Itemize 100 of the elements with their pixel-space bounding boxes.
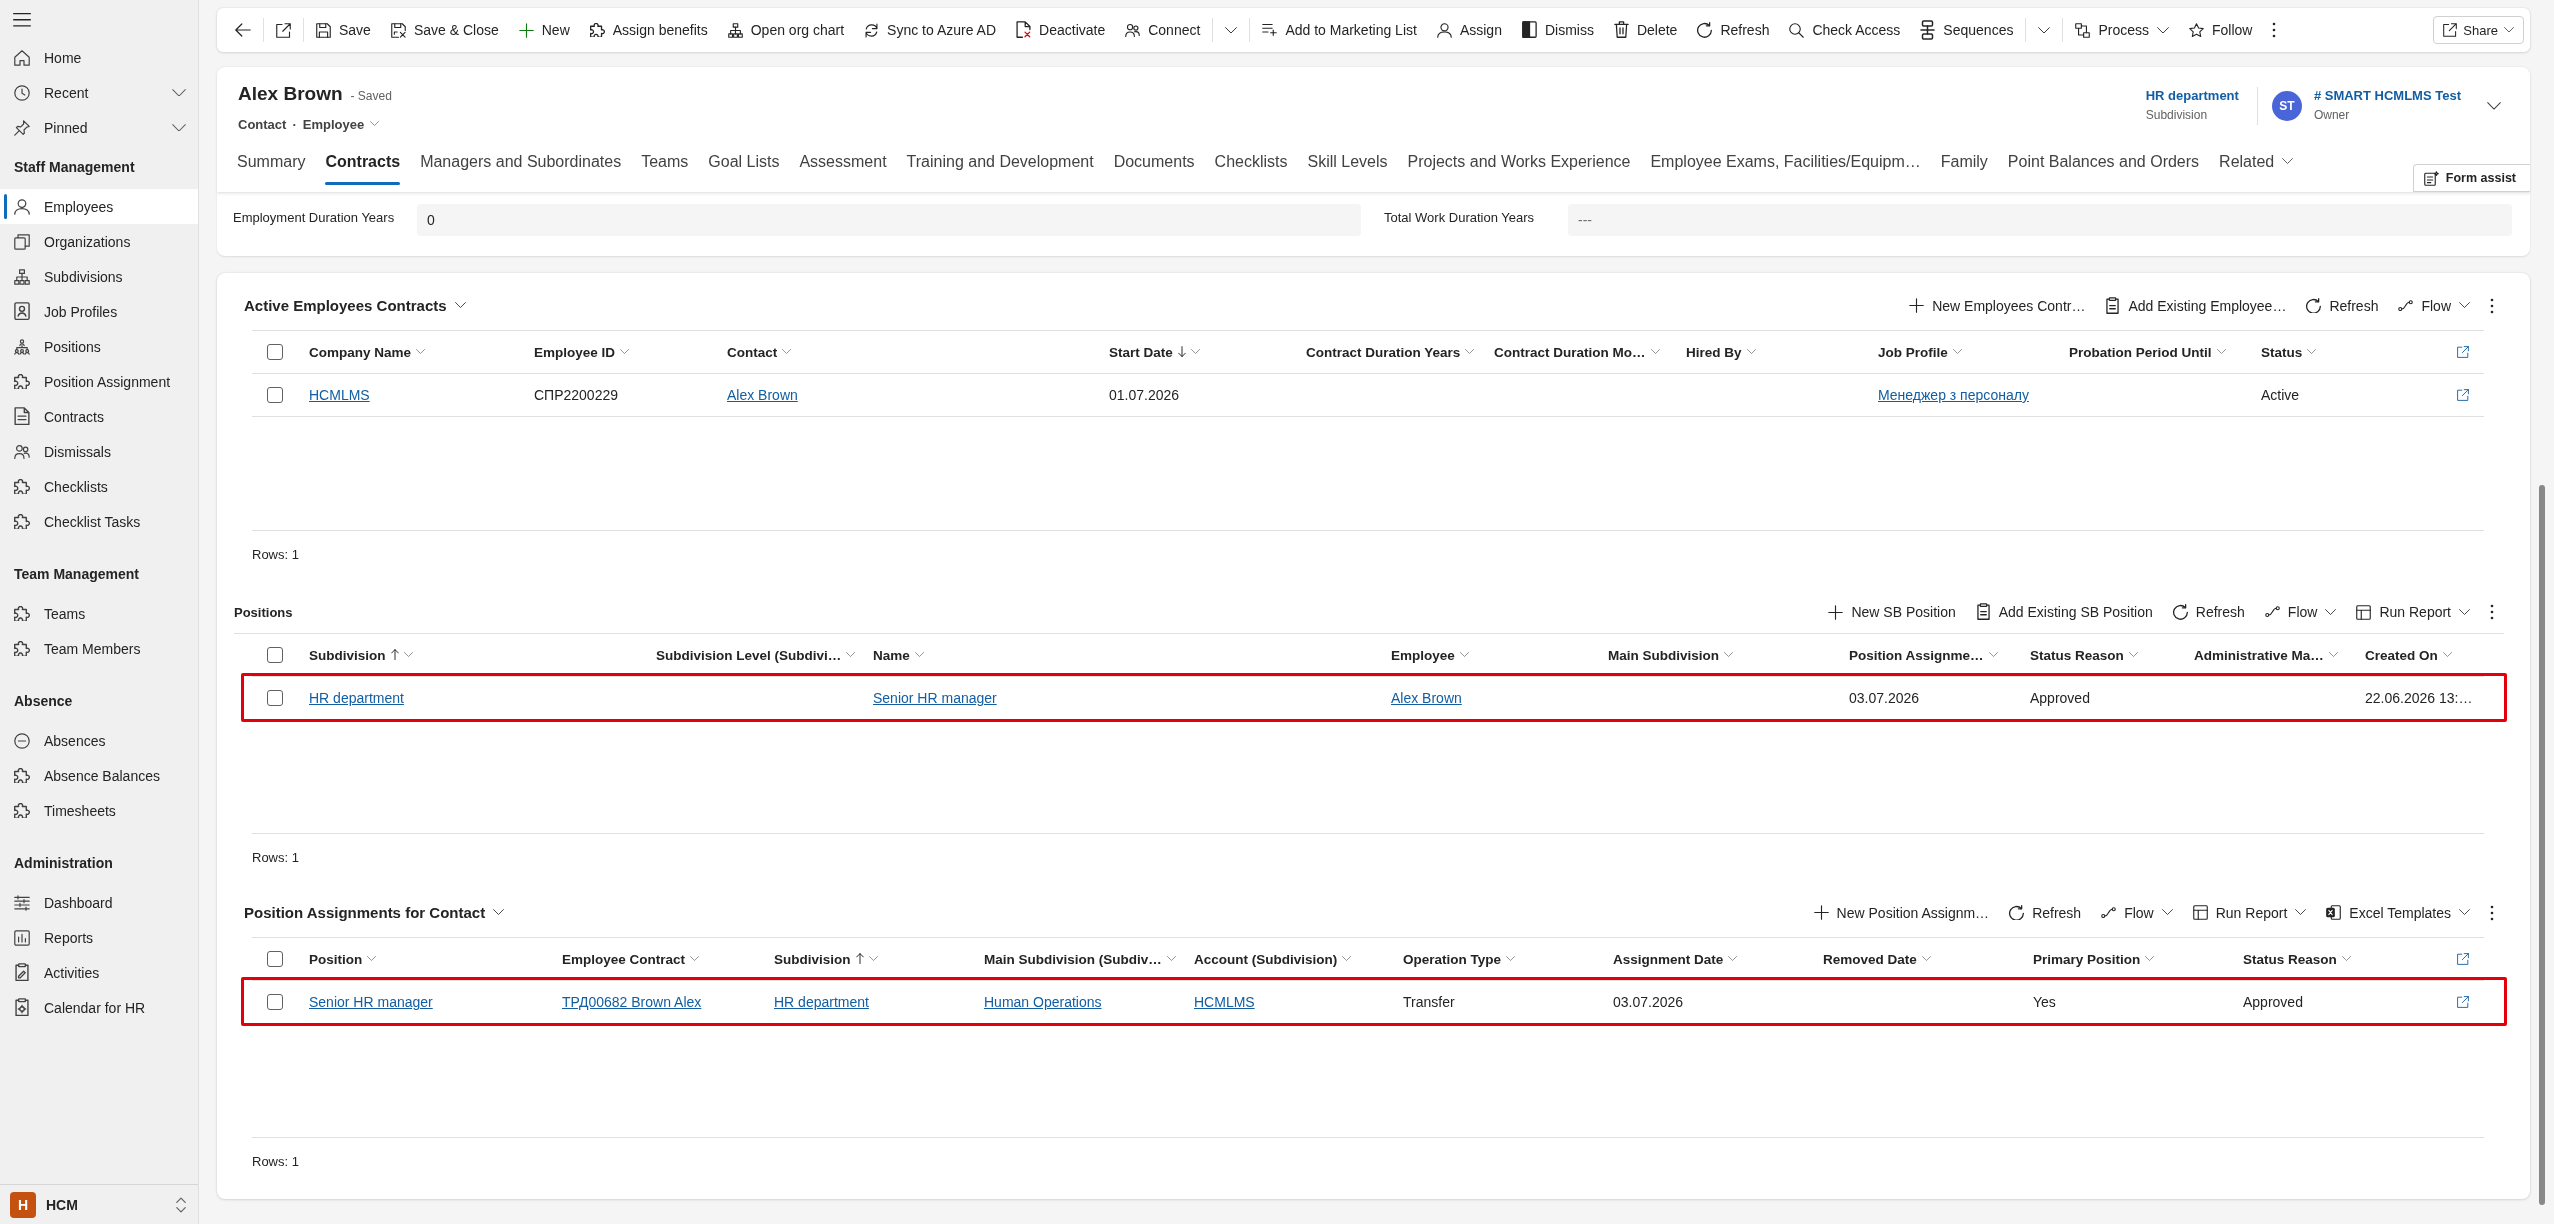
add-existing-button[interactable]: Add Existing Employee…	[2095, 289, 2297, 322]
column-header[interactable]: Employee	[1383, 634, 1600, 676]
flow-button[interactable]: Flow	[2388, 289, 2480, 322]
select-all-checkbox[interactable]	[267, 951, 283, 967]
column-header[interactable]: Job Profile	[1870, 331, 2061, 373]
nav-item[interactable]: Position Assignment	[0, 364, 198, 399]
refresh-button[interactable]: Refresh	[1999, 896, 2092, 929]
new-button[interactable]: New Employees Contr…	[1899, 289, 2096, 322]
assign-button[interactable]: Assign	[1426, 14, 1512, 46]
select-all-checkbox[interactable]	[267, 344, 283, 360]
record-link[interactable]: Senior HR manager	[873, 690, 997, 706]
column-header[interactable]: Status Reason	[2022, 634, 2186, 676]
run-report-button[interactable]: Run Report	[2346, 596, 2480, 628]
column-header[interactable]: Status Reason	[2235, 938, 2442, 980]
column-header[interactable]: Removed Date	[1815, 938, 2025, 980]
record-link[interactable]: HCMLMS	[309, 387, 370, 403]
nav-item[interactable]: Recent	[0, 75, 198, 110]
nav-item[interactable]: Activities	[0, 955, 198, 990]
nav-item[interactable]: Dismissals	[0, 434, 198, 469]
column-header[interactable]: Subdivision Level (Subdivi…	[648, 634, 865, 676]
record-link[interactable]: Alex Brown	[727, 387, 798, 403]
nav-item[interactable]: Timesheets	[0, 793, 198, 828]
tab[interactable]: Projects and Works Experience	[1397, 138, 1641, 185]
nav-item[interactable]: Subdivisions	[0, 259, 198, 294]
area-switcher[interactable]: H HCM	[0, 1184, 198, 1224]
deactivate-button[interactable]: Deactivate	[1006, 14, 1116, 46]
column-header[interactable]: Main Subdivision (Subdiv…	[976, 938, 1186, 980]
scrollbar-thumb[interactable]	[2539, 485, 2545, 1205]
flow-button[interactable]: Flow	[2091, 896, 2183, 929]
tab[interactable]: Family	[1930, 138, 1998, 185]
new-button[interactable]: New	[508, 14, 580, 46]
tab[interactable]: Teams	[631, 138, 699, 185]
column-header[interactable]: Administrative Ma…	[2186, 634, 2357, 676]
expand-header-button[interactable]	[2487, 102, 2501, 110]
column-header[interactable]: Position Assignme…	[1841, 634, 2022, 676]
add-to-marketing-list-button[interactable]: Add to Marketing List	[1252, 14, 1427, 46]
tab[interactable]: Checklists	[1204, 138, 1298, 185]
menu-button[interactable]	[13, 13, 31, 27]
nav-item[interactable]: Pinned	[0, 110, 198, 145]
column-header[interactable]: Primary Position	[2025, 938, 2235, 980]
column-header[interactable]: Main Subdivision	[1600, 634, 1841, 676]
new-button[interactable]: New SB Position	[1818, 596, 1966, 628]
column-header[interactable]: Operation Type	[1395, 938, 1605, 980]
lookup-link[interactable]: HR department	[2145, 87, 2239, 105]
refresh-button[interactable]: Refresh	[2162, 596, 2255, 628]
tab[interactable]: Summary	[227, 138, 316, 185]
column-header[interactable]: Contract Duration Mo…	[1486, 331, 1678, 373]
sync-button[interactable]: Sync to Azure AD	[854, 14, 1007, 46]
record-link[interactable]: Senior HR manager	[309, 994, 433, 1010]
nav-item[interactable]: Contracts	[0, 399, 198, 434]
popout-icon[interactable]	[2457, 389, 2469, 401]
record-link[interactable]: HR department	[774, 994, 869, 1010]
new-button[interactable]: New Position Assignm…	[1803, 896, 2000, 929]
record-link[interactable]: ТРД00682 Brown Alex	[562, 994, 702, 1010]
tab[interactable]: Assessment	[789, 138, 897, 185]
connect-button[interactable]: Connect	[1115, 14, 1211, 46]
nav-item[interactable]: Organizations	[0, 224, 198, 259]
row-checkbox[interactable]	[267, 387, 283, 403]
form-assist-button[interactable]: Form assist	[2412, 164, 2530, 192]
select-all-checkbox[interactable]	[267, 647, 283, 663]
nav-item[interactable]: Employees	[0, 189, 198, 224]
column-header[interactable]: Contract Duration Years	[1298, 331, 1486, 373]
popout-icon[interactable]	[2457, 953, 2469, 965]
column-header[interactable]: Account (Subdivision)	[1186, 938, 1395, 980]
tab[interactable]: Employee Exams, Facilities/Equipm…	[1640, 138, 1931, 185]
tab[interactable]: Contracts	[315, 138, 411, 185]
tab[interactable]: Point Balances and Orders	[1997, 138, 2210, 185]
save-button[interactable]: Save	[306, 14, 381, 46]
column-header[interactable]: Contact	[719, 331, 1101, 373]
nav-item[interactable]: Absences	[0, 723, 198, 758]
popout-icon[interactable]	[2457, 996, 2469, 1008]
record-link[interactable]: Human Operations	[984, 994, 1102, 1010]
nav-item[interactable]: Home	[0, 40, 198, 75]
column-header[interactable]: Company Name	[301, 331, 526, 373]
nav-item[interactable]: Dashboard	[0, 885, 198, 920]
column-header[interactable]: Subdivision	[301, 634, 648, 676]
nav-item[interactable]: Teams	[0, 596, 198, 631]
form-selector[interactable]: Employee	[302, 116, 380, 132]
column-header[interactable]: Assignment Date	[1605, 938, 1815, 980]
dismiss-button[interactable]: Dismiss	[1511, 14, 1604, 46]
tab[interactable]: Skill Levels	[1297, 138, 1398, 185]
record-link[interactable]: HR department	[309, 690, 404, 706]
lookup-link[interactable]: # SMART HCMLMS Test	[2313, 87, 2461, 105]
process-button[interactable]: Process	[2065, 14, 2179, 46]
column-header[interactable]: Position	[301, 938, 554, 980]
tab[interactable]: Managers and Subordinates	[410, 138, 632, 185]
column-header[interactable]: Start Date	[1101, 331, 1298, 373]
record-link[interactable]: Alex Brown	[1391, 690, 1462, 706]
follow-button[interactable]: Follow	[2179, 14, 2263, 46]
sequences-button[interactable]: Sequences	[1910, 14, 2024, 46]
column-header[interactable]: Employee ID	[526, 331, 719, 373]
refresh-button[interactable]: Refresh	[1687, 14, 1780, 46]
run-report-button[interactable]: Run Report	[2182, 896, 2317, 929]
nav-item[interactable]: Checklists	[0, 469, 198, 504]
share-button[interactable]: Share	[2433, 16, 2524, 44]
column-header[interactable]: Subdivision	[766, 938, 976, 980]
delete-button[interactable]: Delete	[1603, 14, 1688, 46]
nav-item[interactable]: Team Members	[0, 631, 198, 666]
column-header[interactable]: Name	[865, 634, 1383, 676]
column-header[interactable]: Employee Contract	[554, 938, 766, 980]
